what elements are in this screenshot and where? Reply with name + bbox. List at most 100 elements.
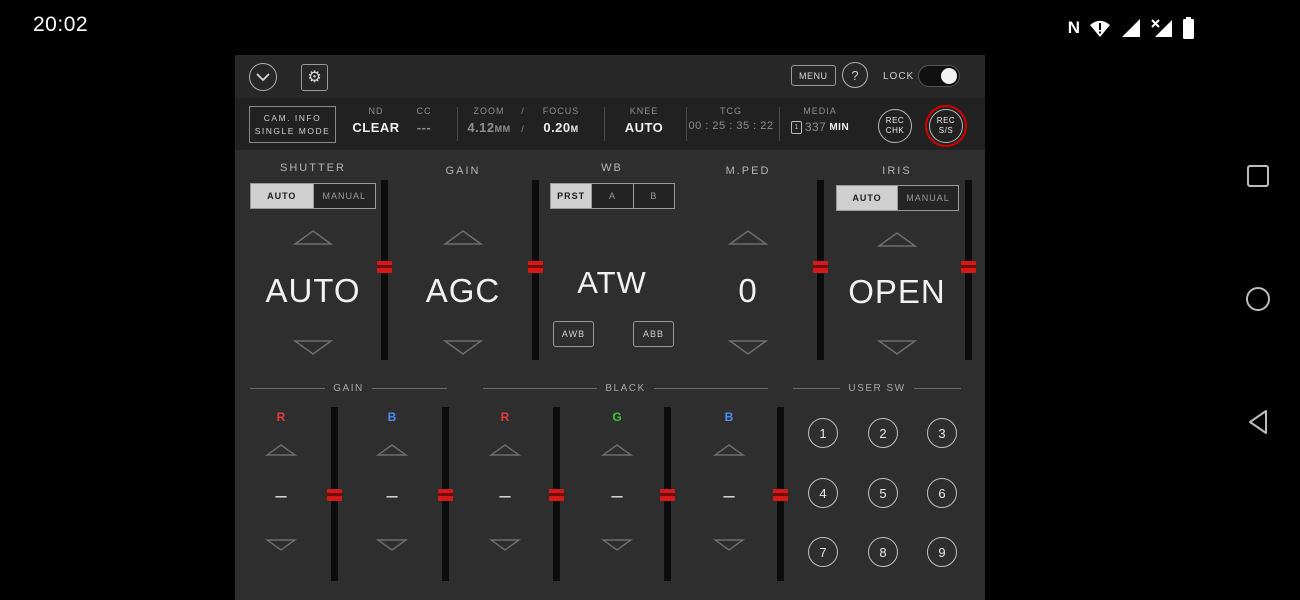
rec-check-button[interactable]: REC CHK: [878, 109, 912, 143]
mped-slider[interactable]: [813, 180, 828, 360]
back-button[interactable]: [1246, 408, 1272, 439]
iris-mode-auto[interactable]: AUTO: [837, 186, 897, 210]
user-sw-6-button[interactable]: 6: [927, 478, 957, 508]
black-g-down-button[interactable]: [600, 538, 634, 552]
shutter-slider[interactable]: [377, 180, 392, 360]
user-sw-4-button[interactable]: 4: [808, 478, 838, 508]
gain-b-slider[interactable]: [438, 407, 453, 581]
gain-r-down-button[interactable]: [264, 538, 298, 552]
nd-value: CLEAR: [352, 120, 400, 135]
cam-info-line1: CAM. INFO: [263, 113, 322, 123]
gain-r-value: –: [275, 485, 287, 507]
shutter-mode-auto[interactable]: AUTO: [251, 184, 313, 208]
black-b-slider-handle[interactable]: [773, 489, 788, 501]
nfc-icon: N: [1067, 18, 1080, 37]
iris-up-button[interactable]: [876, 231, 918, 248]
user-sw-8-button[interactable]: 8: [868, 537, 898, 567]
gain-r-up-button[interactable]: [264, 443, 298, 457]
user-sw-5-button[interactable]: 5: [868, 478, 898, 508]
iris-slider-handle[interactable]: [961, 261, 976, 273]
user-sw-3-button[interactable]: 3: [927, 418, 957, 448]
shutter-down-button[interactable]: [292, 339, 334, 356]
cc-value: ---: [416, 120, 432, 135]
gain-down-button[interactable]: [442, 339, 484, 356]
shutter-mode-manual[interactable]: MANUAL: [312, 184, 376, 208]
lock-toggle-knob: [941, 68, 957, 84]
wb-mode-b[interactable]: B: [632, 184, 674, 208]
tcg-label: TCG: [720, 106, 742, 116]
cam-info-line2: SINGLE MODE: [254, 126, 331, 136]
gain-b-up-button[interactable]: [375, 443, 409, 457]
knee-value: AUTO: [624, 120, 664, 135]
triangle-up-icon: [712, 444, 746, 456]
triangle-up-icon: [600, 444, 634, 456]
gain-b-slider-handle[interactable]: [438, 489, 453, 501]
wb-section-label: WB: [601, 162, 623, 174]
lock-toggle[interactable]: [918, 65, 960, 87]
black-b-value: –: [723, 485, 735, 507]
focus-value: 0.20M: [543, 120, 579, 135]
square-icon: [1247, 165, 1269, 187]
chevron-down-icon: [256, 72, 270, 81]
recents-button[interactable]: [1245, 163, 1271, 192]
wifi-alert-icon: [1090, 20, 1110, 37]
mped-down-button[interactable]: [727, 339, 769, 356]
black-r-up-button[interactable]: [488, 443, 522, 457]
gain-r-slider[interactable]: [327, 407, 342, 581]
abb-button[interactable]: ABB: [633, 321, 674, 347]
black-g-label: G: [612, 410, 622, 424]
circle-icon: [1246, 287, 1270, 311]
tcg-display: TCG 00 : 25 : 35 : 22: [671, 106, 791, 132]
wb-mode-a[interactable]: A: [591, 184, 632, 208]
knee-display: KNEE AUTO: [614, 106, 674, 135]
black-g-up-button[interactable]: [600, 443, 634, 457]
settings-button[interactable]: ⚙: [301, 64, 328, 91]
black-g-value: –: [611, 485, 623, 507]
wb-mode-prst[interactable]: PRST: [551, 184, 592, 208]
black-b-down-button[interactable]: [712, 538, 746, 552]
triangle-down-icon: [727, 340, 769, 355]
black-r-down-button[interactable]: [488, 538, 522, 552]
iris-section-label: IRIS: [882, 165, 912, 177]
gain-b-down-button[interactable]: [375, 538, 409, 552]
black-r-slider[interactable]: [549, 407, 564, 581]
help-button[interactable]: ?: [842, 62, 868, 88]
gain-up-button[interactable]: [442, 229, 484, 246]
iris-down-button[interactable]: [876, 339, 918, 356]
knee-label: KNEE: [629, 106, 659, 116]
black-g-slider[interactable]: [660, 407, 675, 581]
lock-label: LOCK: [883, 71, 915, 82]
gain-group-header: GAIN: [250, 383, 448, 394]
black-r-slider-handle[interactable]: [549, 489, 564, 501]
black-g-slider-handle[interactable]: [660, 489, 675, 501]
user-sw-1-button[interactable]: 1: [808, 418, 838, 448]
mped-slider-handle[interactable]: [813, 261, 828, 273]
iris-slider[interactable]: [961, 180, 976, 360]
user-sw-7-button[interactable]: 7: [808, 537, 838, 567]
shutter-section-label: SHUTTER: [280, 162, 346, 174]
camera-remote-app: ⚙ MENU ? LOCK CAM. INFO SINGLE MODE ND C…: [235, 55, 985, 600]
black-r-value: –: [499, 485, 511, 507]
cam-info-mode-button[interactable]: CAM. INFO SINGLE MODE: [249, 106, 336, 143]
rec-start-stop-button[interactable]: REC S/S: [929, 109, 963, 143]
mped-up-button[interactable]: [727, 229, 769, 246]
home-button[interactable]: [1244, 285, 1272, 316]
awb-button[interactable]: AWB: [553, 321, 594, 347]
user-sw-9-button[interactable]: 9: [927, 537, 957, 567]
black-b-up-button[interactable]: [712, 443, 746, 457]
menu-button[interactable]: MENU: [791, 65, 836, 86]
shutter-up-button[interactable]: [292, 229, 334, 246]
black-group-label: BLACK: [605, 383, 646, 394]
gain-r-slider-handle[interactable]: [327, 489, 342, 501]
zoom-focus-separator: /: [521, 106, 525, 116]
value-separator: /: [521, 124, 525, 134]
black-b-slider[interactable]: [773, 407, 788, 581]
collapse-button[interactable]: [249, 63, 277, 91]
cc-label: CC: [416, 106, 432, 116]
media-value: 337: [804, 120, 827, 134]
iris-value: OPEN: [848, 273, 946, 310]
iris-mode-manual[interactable]: MANUAL: [897, 186, 958, 210]
iris-mode-switch: AUTO MANUAL: [836, 185, 959, 211]
zoom-value: 4.12MM: [467, 120, 511, 135]
user-sw-2-button[interactable]: 2: [868, 418, 898, 448]
